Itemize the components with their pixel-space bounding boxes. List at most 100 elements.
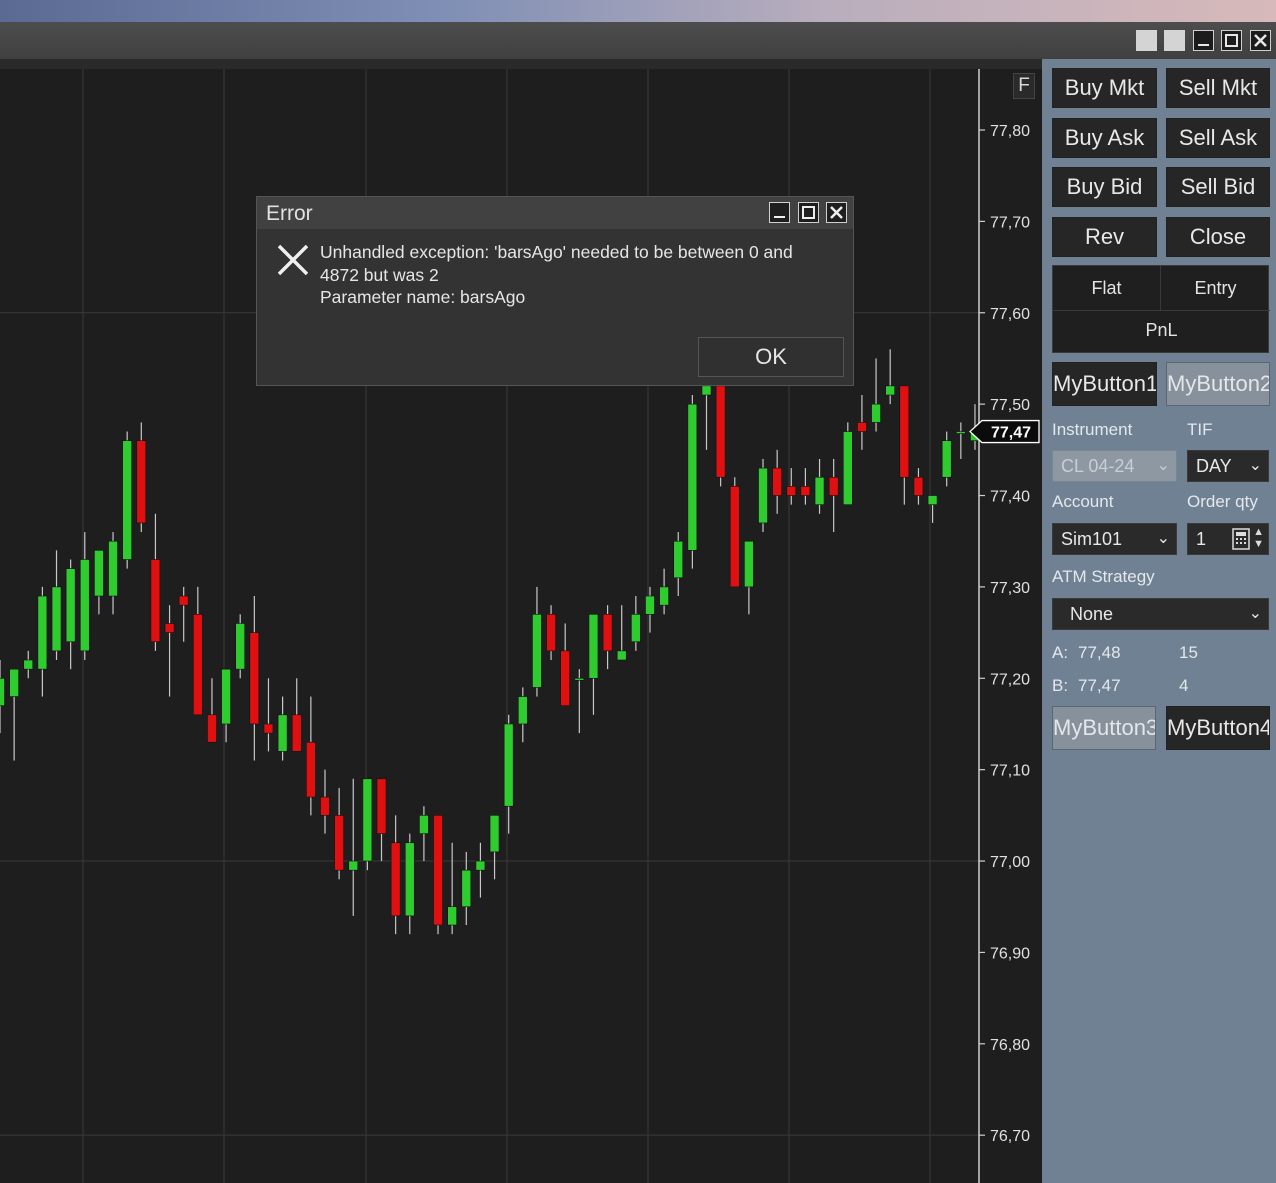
candle-body-up (659, 586, 669, 606)
candle-body-down (390, 842, 401, 917)
candle-body-down (546, 614, 556, 652)
candle-body-down (786, 486, 797, 496)
tif-label: TIF (1187, 420, 1213, 439)
order-qty-label: Order qty (1187, 492, 1258, 511)
price-tick-label: 76,80 (990, 1037, 1030, 1054)
error-message-line: Unhandled exception: 'barsAgo' needed to… (320, 242, 793, 262)
candle-body-up (701, 385, 712, 396)
price-tick-label: 76,90 (990, 945, 1030, 962)
candle-body-up (404, 842, 415, 917)
candle-body-up (221, 668, 231, 725)
candle-body-down (913, 476, 924, 496)
position-flat-label: Flat (1091, 278, 1122, 298)
chevron-down-icon: ⌄ (1248, 457, 1262, 474)
candle-body-down (249, 632, 260, 725)
close-icon[interactable] (826, 202, 847, 223)
candle-body-down (772, 467, 782, 496)
candle-body-up (645, 595, 655, 615)
candle-body-down (715, 385, 726, 478)
bid-label: B: (1052, 676, 1069, 695)
candle-body-up (235, 623, 246, 670)
error-message: Unhandled exception: 'barsAgo' needed to… (320, 241, 840, 309)
buy-ask-button[interactable]: Buy Ask (1052, 117, 1157, 158)
ask-price: 77,48 (1078, 643, 1121, 662)
candle-body-up (503, 723, 514, 807)
candle-body-up (518, 696, 528, 725)
candle-body-up (9, 668, 19, 697)
candle-body-up (362, 778, 373, 862)
calculator-icon[interactable] (1232, 528, 1250, 550)
window-tile-icon-2[interactable] (1164, 30, 1185, 51)
candle-body-up (871, 403, 881, 423)
price-tick-label: 77,40 (990, 489, 1030, 506)
mybutton2[interactable]: MyButton2 (1166, 362, 1270, 406)
sell-bid-button[interactable]: Sell Bid (1166, 167, 1270, 207)
atm-strategy-label: ATM Strategy (1052, 567, 1155, 586)
account-select[interactable]: Sim101 ⌄ (1052, 523, 1177, 555)
candle-body-up (758, 467, 768, 524)
candle-body-down (306, 741, 316, 798)
price-tick-label: 77,50 (990, 397, 1030, 414)
atm-strategy-select[interactable]: None ⌄ (1052, 598, 1269, 630)
candle-body-down (178, 595, 189, 606)
candle-body-down (136, 440, 147, 524)
candle-body-up (79, 559, 90, 652)
pnl-label: PnL (1145, 320, 1178, 340)
candle-body-up (37, 595, 48, 670)
close-button[interactable]: Close (1166, 216, 1270, 257)
window-tile-icon[interactable] (1136, 30, 1157, 51)
minimize-icon[interactable] (1193, 30, 1214, 51)
tif-value: DAY (1196, 456, 1232, 476)
candle-body-up (574, 677, 585, 681)
candle-body-up (631, 614, 641, 643)
candle-body-up (277, 714, 288, 752)
sell-ask-button[interactable]: Sell Ask (1166, 117, 1270, 158)
mybutton1[interactable]: MyButton1 (1052, 362, 1157, 406)
candle-body-up (744, 540, 754, 588)
buy-mkt-button[interactable]: Buy Mkt (1052, 68, 1157, 108)
order-qty-value: 1 (1196, 529, 1207, 549)
candle-body-up (616, 650, 627, 661)
candle-body-up (94, 550, 104, 597)
instrument-select[interactable]: CL 04-24 ⌄ (1052, 450, 1177, 482)
account-label: Account (1052, 492, 1114, 511)
buy-bid-button[interactable]: Buy Bid (1052, 167, 1157, 207)
rev-button[interactable]: Rev (1052, 216, 1157, 257)
sell-mkt-button[interactable]: Sell Mkt (1166, 68, 1270, 108)
candle-body-up (588, 614, 599, 679)
candle-body-up (532, 614, 542, 688)
candle-body-down (320, 796, 330, 816)
candle-body-up (23, 659, 34, 670)
candle-body-up (489, 815, 500, 853)
spinner-arrows-icon[interactable]: ▲ ▼ (1253, 526, 1264, 550)
maximize-icon[interactable] (798, 202, 819, 223)
f-button[interactable]: F (1013, 73, 1035, 99)
candle-body-down (376, 778, 387, 834)
candle-body-down (150, 559, 161, 643)
current-price-label: 77,47 (991, 425, 1031, 442)
close-icon[interactable] (1250, 30, 1271, 51)
order-qty-stepper[interactable]: 1 ▲ ▼ (1187, 523, 1269, 555)
candle-body-up (842, 431, 853, 505)
chart-toolbar-strip (0, 59, 1042, 69)
candle-body-up (108, 540, 118, 597)
candle-body-down (291, 714, 302, 752)
mybutton4[interactable]: MyButton4 (1166, 706, 1270, 750)
ask-size: 15 (1179, 643, 1198, 662)
mybutton3[interactable]: MyButton3 (1052, 706, 1156, 750)
tif-select[interactable]: DAY ⌄ (1187, 450, 1269, 482)
ok-button[interactable]: OK (698, 337, 844, 377)
candle-body-up (447, 906, 457, 926)
candle-body-up (65, 568, 76, 643)
chevron-down-icon: ⌄ (1156, 530, 1170, 547)
candle-body-up (956, 431, 966, 434)
candle-body-up (927, 495, 938, 505)
candle-body-up (122, 440, 132, 560)
maximize-icon[interactable] (1221, 30, 1242, 51)
candle-body-down (334, 815, 344, 871)
minimize-icon[interactable] (769, 202, 790, 223)
price-tick-label: 77,20 (990, 671, 1030, 688)
price-tick-label: 76,70 (990, 1128, 1030, 1145)
candle-body-down (857, 422, 867, 432)
instrument-label: Instrument (1052, 420, 1133, 439)
